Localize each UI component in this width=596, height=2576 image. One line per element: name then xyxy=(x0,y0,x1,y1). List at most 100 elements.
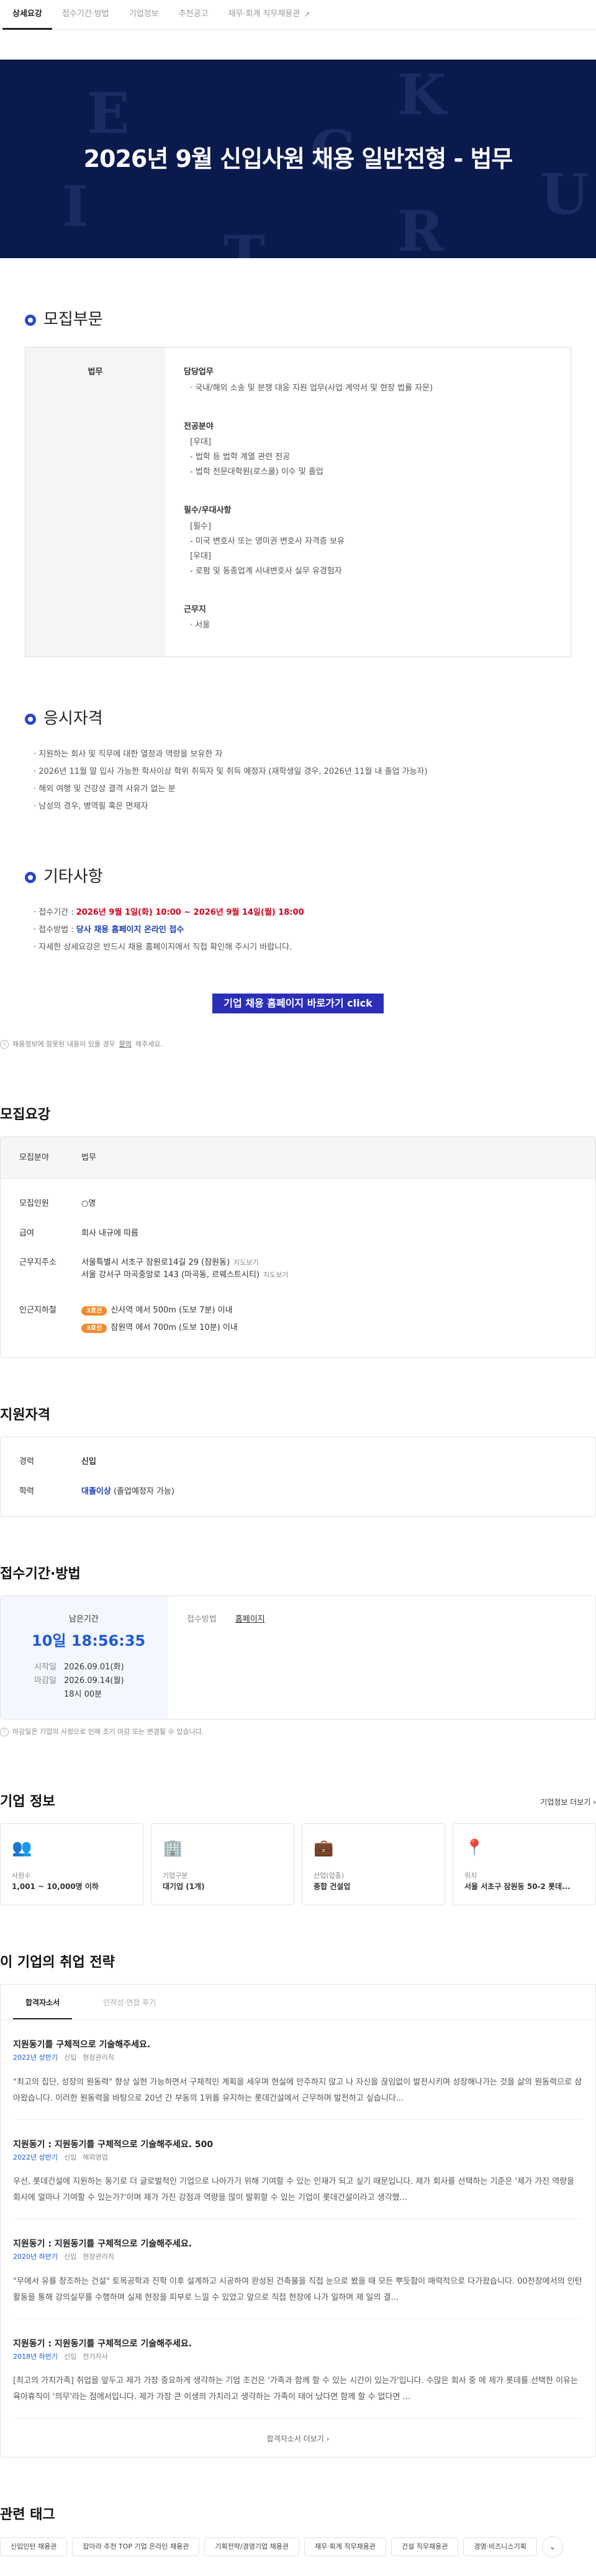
essay-question: 지원동기 : 지원동기를 구체적으로 기술해주세요. xyxy=(13,2239,192,2249)
briefcase-icon: 💼 xyxy=(314,1839,334,1857)
tag-chip[interactable]: 기획전략/경영기업 채용관 xyxy=(204,2537,299,2557)
company-cards: 👥 사원수 1,001 ~ 10,000명 이하 🏢 기업구분 대기업 (1개) 💼 산업… xyxy=(0,1823,596,1905)
card-value: 1,001 ~ 10,000명 이하 xyxy=(12,1882,99,1891)
people-icon: 👥 xyxy=(12,1839,32,1857)
company-more-link[interactable]: 기업정보 더보기 › xyxy=(540,1797,596,1808)
report-note: i 채용정보에 잘못된 내용이 있을 경우 문의 해주세요. xyxy=(0,1032,596,1057)
section-heading: 응시자격 xyxy=(43,709,103,728)
note-text: 해주세요. xyxy=(135,1040,163,1048)
tab-company-info[interactable]: 기업정보 xyxy=(119,0,169,29)
eligibility-heading: 지원자격 xyxy=(0,1407,50,1423)
job-group-line: [필수] xyxy=(190,521,212,531)
location-pin-icon: 📍 xyxy=(464,1839,485,1857)
map-link[interactable]: 지도보기 xyxy=(263,1271,288,1279)
essay-item[interactable]: 지원동기 : 지원동기를 구체적으로 기술해주세요. 2020년 하반기 신입 현장관… xyxy=(13,2219,583,2319)
section-heading: 기타사항 xyxy=(43,868,103,886)
tab-apply-period[interactable]: 접수기간·방법 xyxy=(52,0,119,29)
job-group: 필수/우대사항 [필수] - 미국 변호사 또는 영미권 변호사 자격증 보유 [우대… xyxy=(184,505,552,579)
card-label: 위치 xyxy=(464,1871,477,1880)
tag-chip[interactable]: 신입인턴 채용관 xyxy=(0,2537,68,2557)
hero-letter: K xyxy=(397,62,446,128)
essay-type: 신입 xyxy=(63,2153,77,2161)
tab-recommended[interactable]: 추천공고 xyxy=(169,0,219,29)
row-label: 인근지하철 xyxy=(19,1306,56,1315)
poster: E K C U I R T 2026년 9월 신입사원 채용 일반전형 - 법무… xyxy=(0,60,596,1032)
tag-chip[interactable]: 건설 직무채용관 xyxy=(391,2537,459,2557)
cover-letter-more-link[interactable]: 합격자소서 더보기 › xyxy=(13,2418,583,2444)
essay-year: 2022년 상반기 xyxy=(13,2053,58,2062)
chevron-down-icon[interactable]: ⌄ xyxy=(541,2536,563,2557)
section-heading: 모집부문 xyxy=(43,310,103,329)
row-label: 급여 xyxy=(19,1228,34,1238)
method-value: 당사 채용 홈페이지 온라인 접수 xyxy=(76,925,184,935)
subway-line-badge: 3호선 xyxy=(81,1306,107,1316)
end-time: 18시 00분 xyxy=(64,1689,102,1699)
job-group-title: 전공분야 xyxy=(184,421,214,431)
row-label: 근무지주소 xyxy=(19,1258,56,1267)
job-group-line: · 국내/해외 소송 및 분쟁 대응 지원 업무(사업 계약서 및 현장 법률 … xyxy=(190,383,433,393)
job-table: 법무 담당업무 · 국내/해외 소송 및 분쟁 대응 지원 업무(사업 계약서 및… xyxy=(25,347,571,657)
tag-chip[interactable]: 재무·회계 직무채용관 xyxy=(304,2537,387,2557)
subway-text: 신사역 에서 500m (도보 7분) 이내 xyxy=(111,1306,233,1315)
essay-job: 현장관리직 xyxy=(83,2053,114,2062)
tag-chip[interactable]: 잡아라 추천 TOP 기업 온라인 채용관 xyxy=(72,2537,200,2557)
hero-letter: T xyxy=(224,223,265,258)
essay-item[interactable]: 지원동기를 구체적으로 기술해주세요. 2022년 상반기 신입 현장관리직 "최고의 … xyxy=(13,2020,583,2120)
tag-chip[interactable]: 경영·비즈니스기획 xyxy=(463,2537,537,2557)
map-link[interactable]: 지도보기 xyxy=(233,1259,258,1267)
summary-card: 모집분야 법무 모집인원 ○명 급여 회사 내규에 따름 근무지주소 서울특별시 서초… xyxy=(0,1136,596,1358)
job-group-line: [우대] xyxy=(190,551,212,561)
tab-finance-jobs-label: 재무·회계 직무채용관 xyxy=(228,9,300,19)
strategy-heading: 이 기업의 취업 전략 xyxy=(0,1955,115,1970)
tab-cover-letters[interactable]: 합격자소서 xyxy=(13,1997,73,2019)
job-group-line: - 미국 변호사 또는 영미권 변호사 자격증 보유 xyxy=(190,536,345,546)
job-group-title: 필수/우대사항 xyxy=(184,506,232,515)
tab-finance-jobs[interactable]: 재무·회계 직무채용관 ↗ xyxy=(218,0,320,29)
apply-method: · 접수방법 : 당사 채용 홈페이지 온라인 접수 xyxy=(25,922,571,939)
external-link-icon: ↗ xyxy=(304,10,310,19)
row-value: 회사 내규에 따름 xyxy=(81,1228,138,1238)
essay-excerpt: "무에서 유를 창조하는 건설" 토목공학과 진학 이후 설계하고 시공하여 완… xyxy=(13,2276,582,2302)
job-part: 법무 xyxy=(25,348,165,657)
tab-detail[interactable]: 상세요강 xyxy=(2,0,52,30)
essay-question: 지원동기 : 지원동기를 구체적으로 기술해주세요. xyxy=(13,2338,192,2349)
job-group: 전공분야 [우대] - 법학 등 법학 계열 관련 전공 - 법학 전문대학원(로스쿨… xyxy=(184,421,552,480)
essay-excerpt: [최고의 가치가족] 취업을 앞두고 제가 가장 중요하게 생각하는 기업 조건… xyxy=(13,2376,578,2402)
qualify-section: 응시자격 · 지원하는 회사 및 직무에 대한 열정과 역량을 보유한 자 · … xyxy=(0,657,596,815)
essay-year: 2020년 하반기 xyxy=(13,2253,58,2261)
tab-interview-reviews[interactable]: 인적성·면접 후기 xyxy=(91,1997,168,2019)
essay-job: 현장관리직 xyxy=(83,2253,114,2261)
qualify-item: · 지원하는 회사 및 직무에 대한 열정과 역량을 보유한 자 xyxy=(34,750,223,759)
essay-type: 신입 xyxy=(63,2053,77,2062)
company-homepage-button[interactable]: 기업 채용 홈페이지 바로가기 click xyxy=(212,994,384,1013)
essay-year: 2022년 상반기 xyxy=(13,2153,58,2161)
strategy-card: 합격자소서 인적성·면접 후기 지원동기를 구체적으로 기술해주세요. 2022년 … xyxy=(0,1984,596,2457)
edu-value: 대졸이상 xyxy=(81,1486,111,1496)
apply-card: 남은기간 10일 18:56:35 시작일 2026.09.01(화) 마감일 20… xyxy=(0,1595,596,1720)
essay-item[interactable]: 지원동기 : 지원동기를 구체적으로 기술해주세요. 2018년 하반기 신입 전기자… xyxy=(13,2319,583,2418)
essay-item[interactable]: 지원동기 : 지원동기를 구체적으로 기술해주세요. 500 2022년 상반기 신… xyxy=(13,2120,583,2219)
card-label: 기업구분 xyxy=(163,1871,188,1880)
end-date: 2026.09.14(월) xyxy=(64,1676,124,1685)
row-label: 모집인원 xyxy=(19,1199,49,1208)
qualify-item: · 남성의 경우, 병역필 혹은 면제자 xyxy=(34,802,148,811)
row-label: 학력 xyxy=(19,1486,34,1496)
qualify-item: · 해외 여행 및 건강상 결격 사유가 없는 분 xyxy=(34,784,176,794)
job-group-line: [우대] xyxy=(190,438,212,447)
job-group-line: - 법학 등 법학 계열 관련 전공 xyxy=(190,452,291,462)
essay-meta: 2022년 상반기 신입 현장관리직 xyxy=(13,2053,583,2063)
address: 서울 강서구 마곡중앙로 143 (마곡동, 르웨스트시티) xyxy=(81,1270,260,1280)
apply-heading: 접수기간·방법 xyxy=(0,1566,81,1582)
homepage-link[interactable]: 홈페이지 xyxy=(235,1615,265,1624)
essay-question: 지원동기를 구체적으로 기술해주세요. xyxy=(13,2040,151,2050)
essay-meta: 2020년 하반기 신입 현장관리직 xyxy=(13,2252,583,2263)
company-card-location: 📍 위치 서울 서초구 잠원동 50-2 롯데... xyxy=(453,1823,596,1905)
countdown-panel: 남은기간 10일 18:56:35 시작일 2026.09.01(화) 마감일 20… xyxy=(1,1596,168,1719)
bullet-circle-icon xyxy=(25,871,36,883)
address: 서울특별시 서초구 잠원로14길 29 (잠원동) xyxy=(81,1258,230,1267)
job-details: 담당업무 · 국내/해외 소송 및 분쟁 대응 지원 업무(사업 계약서 및 현장… xyxy=(165,348,571,657)
company-heading: 기업 정보 xyxy=(0,1794,55,1810)
report-link[interactable]: 문의 xyxy=(119,1039,132,1050)
period-value: 2026년 9월 1일(화) 10:00 ~ 2026년 9월 14일(월) 1… xyxy=(76,908,304,917)
job-group-line: - 로펌 및 동종업계 사내변호사 실무 유경험자 xyxy=(190,566,342,576)
